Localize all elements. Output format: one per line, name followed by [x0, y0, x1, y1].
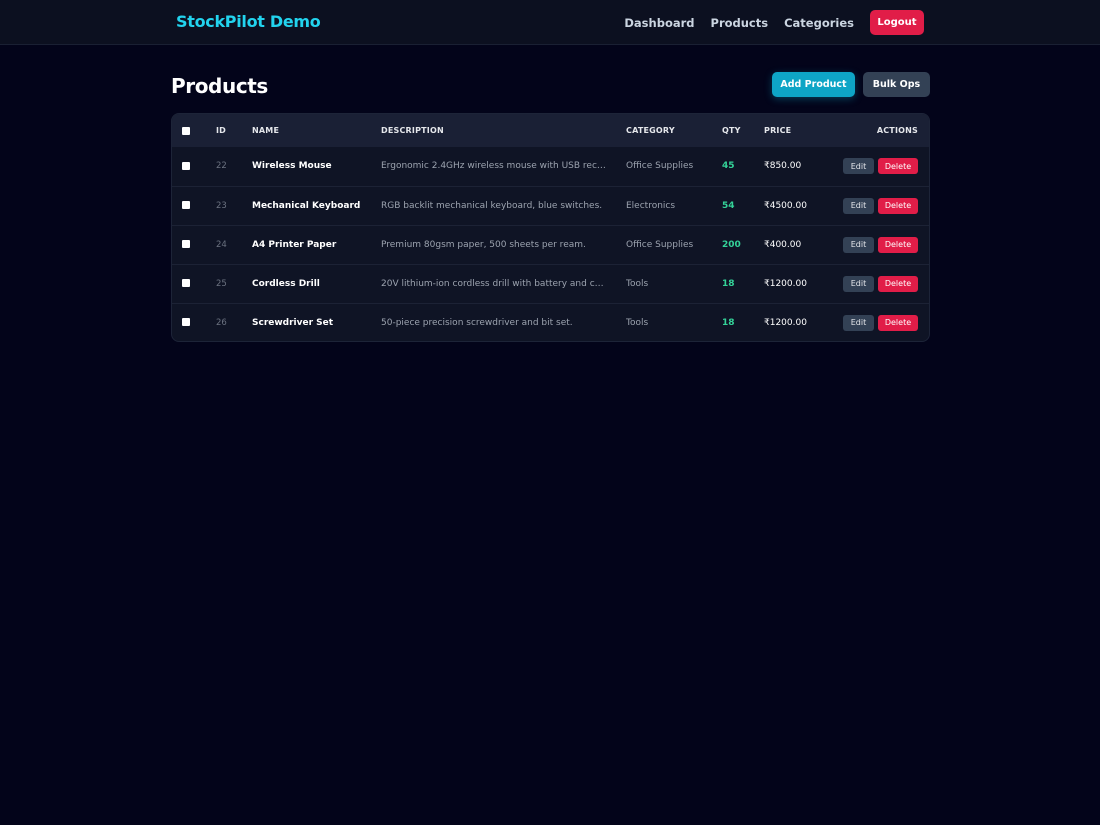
edit-button[interactable]: Edit [843, 158, 874, 175]
cell-name: Wireless Mouse [252, 161, 332, 172]
bulk-ops-button[interactable]: Bulk Ops [863, 72, 930, 97]
cell-name: Screwdriver Set [252, 317, 334, 328]
row-checkbox[interactable] [182, 279, 190, 287]
cell-name: Cordless Drill [252, 278, 320, 289]
nav-link-dashboard[interactable]: Dashboard [624, 16, 694, 30]
table-row: 23 Mechanical Keyboard RGB backlit mecha… [172, 186, 929, 225]
delete-button[interactable]: Delete [878, 197, 918, 214]
delete-button[interactable]: Delete [878, 275, 918, 292]
cell-category: Office Supplies [626, 239, 694, 250]
cell-price: ₹4500.00 [764, 200, 807, 211]
nav-links: Dashboard Products Categories Logout [624, 10, 924, 35]
header-actions: Add Product Bulk Ops [772, 72, 930, 97]
cell-description: Premium 80gsm paper, 500 sheets per ream… [381, 239, 586, 250]
row-select-cell [172, 147, 205, 186]
header-description[interactable]: DESCRIPTION [381, 114, 626, 147]
logout-button[interactable]: Logout [870, 10, 924, 35]
table-row: 25 Cordless Drill 20V lithium-ion cordle… [172, 264, 929, 303]
table-body: 22 Wireless Mouse Ergonomic 2.4GHz wirel… [172, 147, 929, 341]
edit-button[interactable]: Edit [843, 275, 874, 292]
add-product-button[interactable]: Add Product [772, 72, 855, 97]
header-id[interactable]: ID [205, 114, 252, 147]
cell-price: ₹1200.00 [764, 278, 807, 289]
cell-actions: Edit Delete [826, 303, 929, 341]
cell-category: Tools [626, 278, 649, 289]
table-header: ID NAME DESCRIPTION CATEGORY QTY PRICE A… [172, 114, 929, 147]
cell-category: Electronics [626, 200, 676, 211]
cell-id: 22 [216, 161, 227, 172]
products-table-card: ID NAME DESCRIPTION CATEGORY QTY PRICE A… [171, 113, 930, 342]
cell-actions: Edit Delete [826, 147, 929, 186]
table-row: 26 Screwdriver Set 50-piece precision sc… [172, 303, 929, 341]
cell-qty: 54 [722, 200, 735, 211]
header-qty[interactable]: QTY [722, 114, 764, 147]
header-category[interactable]: CATEGORY [626, 114, 722, 147]
cell-qty: 18 [722, 317, 735, 328]
cell-id: 26 [216, 317, 227, 328]
cell-category: Office Supplies [626, 161, 694, 172]
select-all-checkbox[interactable] [182, 126, 190, 135]
row-select-cell [172, 225, 205, 264]
cell-actions: Edit Delete [826, 225, 929, 264]
cell-actions: Edit Delete [826, 264, 929, 303]
cell-id: 23 [216, 200, 227, 211]
cell-id: 24 [216, 239, 227, 250]
row-checkbox[interactable] [182, 240, 190, 248]
header-price[interactable]: PRICE [764, 114, 826, 147]
delete-button[interactable]: Delete [878, 236, 918, 253]
cell-actions: Edit Delete [826, 186, 929, 225]
cell-description: 20V lithium-ion cordless drill with batt… [381, 278, 618, 289]
cell-description: 50-piece precision screwdriver and bit s… [381, 317, 573, 328]
row-checkbox[interactable] [182, 318, 190, 327]
row-select-cell [172, 264, 205, 303]
cell-price: ₹850.00 [764, 161, 802, 172]
cell-description: Ergonomic 2.4GHz wireless mouse with USB… [381, 161, 619, 172]
nav-link-products[interactable]: Products [711, 16, 769, 30]
cell-qty: 200 [722, 239, 741, 250]
cell-price: ₹1200.00 [764, 317, 807, 328]
cell-qty: 45 [722, 161, 735, 172]
edit-button[interactable]: Edit [843, 197, 874, 214]
cell-name: Mechanical Keyboard [252, 200, 361, 211]
header-name[interactable]: NAME [252, 114, 381, 147]
delete-button[interactable]: Delete [878, 314, 918, 331]
row-checkbox[interactable] [182, 161, 190, 170]
cell-category: Tools [626, 317, 649, 328]
header-actions: ACTIONS [876, 126, 918, 135]
page-header: Products Add Product Bulk Ops [171, 72, 930, 98]
products-table: ID NAME DESCRIPTION CATEGORY QTY PRICE A… [172, 114, 929, 341]
page-title: Products [171, 74, 268, 98]
edit-button[interactable]: Edit [843, 236, 874, 253]
cell-id: 25 [216, 278, 227, 289]
cell-qty: 18 [722, 278, 735, 289]
select-all-cell [172, 114, 205, 147]
row-select-cell [172, 186, 205, 225]
table-row: 22 Wireless Mouse Ergonomic 2.4GHz wirel… [172, 147, 929, 186]
nav-link-categories[interactable]: Categories [784, 16, 854, 30]
edit-button[interactable]: Edit [843, 314, 874, 331]
delete-button[interactable]: Delete [878, 158, 918, 175]
table-row: 24 A4 Printer Paper Premium 80gsm paper,… [172, 225, 929, 264]
row-select-cell [172, 303, 205, 341]
cell-name: A4 Printer Paper [252, 239, 337, 250]
cell-description: RGB backlit mechanical keyboard, blue sw… [381, 200, 603, 211]
table-header-row: ID NAME DESCRIPTION CATEGORY QTY PRICE A… [172, 114, 929, 147]
cell-price: ₹400.00 [764, 239, 802, 250]
row-checkbox[interactable] [182, 201, 190, 209]
brand-logo[interactable]: StockPilot Demo [176, 12, 321, 31]
top-navbar: StockPilot Demo Dashboard Products Categ… [0, 0, 1100, 45]
